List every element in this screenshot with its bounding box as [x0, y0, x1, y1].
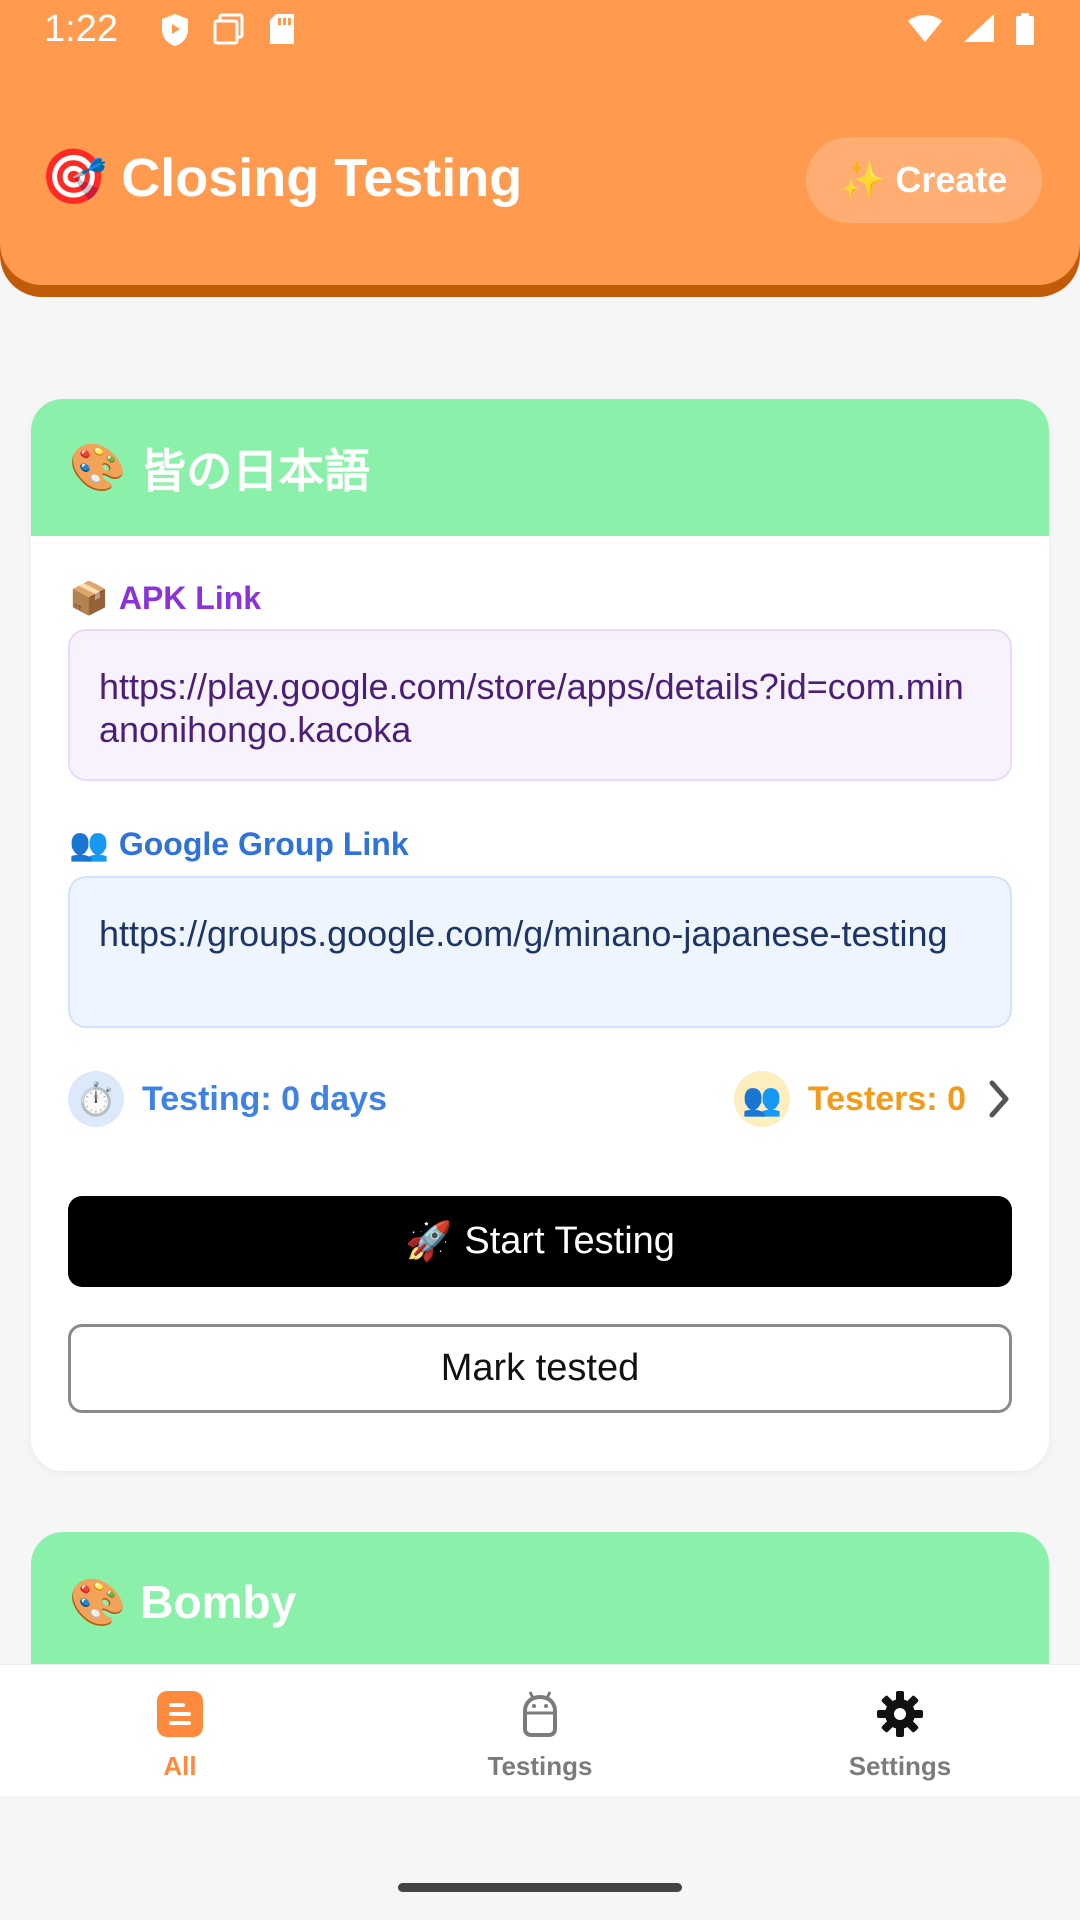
bottom-nav: All Testings Settings [0, 1664, 1080, 1796]
shield-icon [162, 14, 188, 46]
nav-item-all[interactable]: All [0, 1665, 360, 1796]
android-icon [523, 1691, 557, 1737]
package-icon: 📦 [69, 580, 109, 616]
create-button[interactable]: ✨ Create [806, 137, 1042, 223]
nav-item-label: Settings [848, 1751, 952, 1781]
testing-days-text: Testing: 0 days [142, 1079, 387, 1118]
rocket-icon: 🚀 [405, 1220, 453, 1263]
palette-icon: 🎨 [69, 1575, 127, 1628]
people-icon: 👥 [69, 826, 109, 862]
status-icons-left [160, 12, 296, 48]
test-card: 🎨 皆の日本語 📦 APK Link https://play.google.c… [31, 399, 1049, 1471]
start-testing-button[interactable]: 🚀 Start Testing [68, 1196, 1012, 1287]
testers-count-text: Testers: 0 [807, 1079, 966, 1118]
apk-link-label: 📦 APK Link [69, 579, 261, 617]
battery-icon [1016, 13, 1034, 45]
nav-item-label: All [163, 1751, 197, 1781]
wifi-icon [908, 15, 942, 42]
testers-count[interactable]: 👥 Testers: 0 [733, 1071, 1012, 1127]
create-button-label: Create [895, 159, 1008, 200]
card-title: Bomby [140, 1576, 297, 1628]
status-icons-right [906, 12, 1036, 46]
target-icon: 🎯 [40, 147, 108, 207]
sd-card-icon [270, 14, 294, 44]
card-header: 🎨 皆の日本語 [31, 399, 1049, 536]
page-title-text: Closing Testing [121, 147, 523, 208]
palette-icon: 🎨 [69, 441, 127, 493]
apk-link-label-text: APK Link [118, 579, 262, 616]
stopwatch-icon: ⏱️ [68, 1071, 124, 1127]
apk-link-field[interactable]: https://play.google.com/store/apps/detai… [68, 629, 1012, 781]
sparkles-icon: ✨ [840, 159, 886, 200]
google-group-link-label: 👥 Google Group Link [69, 825, 409, 863]
stats-row: ⏱️ Testing: 0 days 👥 Testers: 0 [68, 1071, 1012, 1127]
google-group-link-field[interactable]: https://groups.google.com/g/minano-japan… [68, 876, 1012, 1028]
nav-item-label: Testings [487, 1751, 593, 1781]
list-icon [157, 1691, 203, 1737]
status-time: 1:22 [44, 8, 118, 50]
start-testing-label: Start Testing [464, 1220, 675, 1262]
chevron-right-icon[interactable] [986, 1079, 1012, 1119]
signal-icon [964, 14, 994, 42]
nav-item-testings[interactable]: Testings [360, 1665, 720, 1796]
mark-tested-button[interactable]: Mark tested [68, 1324, 1012, 1413]
home-indicator[interactable] [398, 1883, 682, 1892]
google-group-link-label-text: Google Group Link [118, 825, 409, 862]
card-title: 皆の日本語 [140, 444, 371, 497]
app-header: 1:22 🎯 Closing Testing ✨ Create [0, 0, 1080, 285]
gear-icon [877, 1691, 923, 1737]
testers-icon: 👥 [733, 1071, 790, 1127]
test-card-header[interactable]: 🎨 Bomby [31, 1532, 1049, 1672]
page-title: 🎯 Closing Testing [40, 146, 522, 209]
testing-days: ⏱️ Testing: 0 days [68, 1071, 387, 1127]
copy-icon [213, 13, 244, 45]
nav-item-settings[interactable]: Settings [720, 1665, 1080, 1796]
